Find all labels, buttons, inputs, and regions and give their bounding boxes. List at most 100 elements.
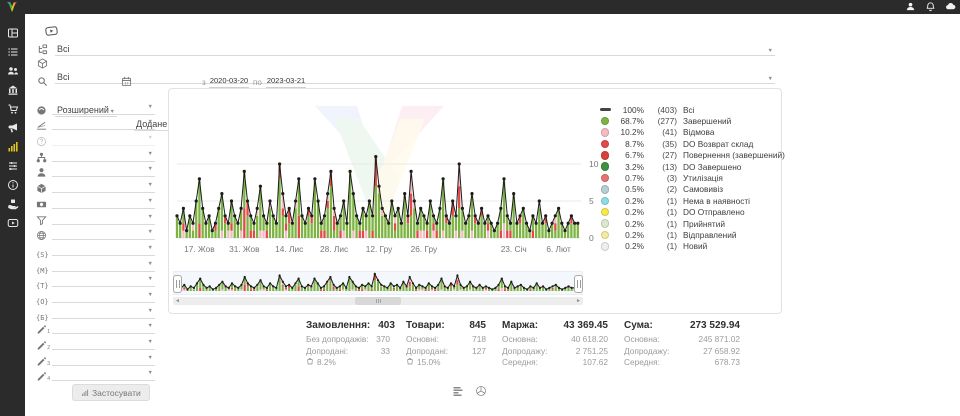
y-axis-tick: 0 xyxy=(589,233,594,243)
legend-item[interactable]: 3.2%(13)DO Завершено xyxy=(599,161,779,172)
filter-dropdown[interactable] xyxy=(52,212,155,225)
sidebar-item-automation-icon[interactable] xyxy=(7,160,19,172)
notifications-bell-icon[interactable] xyxy=(925,1,936,12)
sidebar-item-company-icon[interactable] xyxy=(7,84,19,96)
filter-dropdown[interactable] xyxy=(52,227,155,240)
legend-dot-swatch xyxy=(599,185,611,194)
legend-item[interactable]: 0.7%(3)Утилізація xyxy=(599,172,779,183)
custom-field-glyph: {S} xyxy=(36,251,49,259)
legend-dot-swatch xyxy=(599,242,611,251)
legend-item[interactable]: 10.2%(41)Відмова xyxy=(599,127,779,138)
video-help-icon[interactable] xyxy=(43,24,60,38)
legend-item[interactable]: 0.2%(1)Нема в наявності xyxy=(599,195,779,206)
filter-row xyxy=(36,130,155,146)
legend-dot-swatch xyxy=(599,197,611,206)
filter-dropdown[interactable] xyxy=(52,196,155,209)
scroll-right-arrow-icon[interactable]: ► xyxy=(574,297,583,305)
filter-dropdown[interactable] xyxy=(52,368,155,381)
date-from-input[interactable]: 2020-03-20 xyxy=(209,75,249,88)
x-axis-tick: 23. Січ xyxy=(501,244,527,254)
navigator-right-handle[interactable] xyxy=(574,275,583,293)
sidebar-item-video-icon[interactable] xyxy=(7,217,19,229)
legend-label: Прийнятий xyxy=(683,219,725,229)
legend-item[interactable]: 0.2%(1)DO Отправлено xyxy=(599,207,779,218)
sidebar-item-marketing-icon[interactable] xyxy=(7,122,19,134)
product-select[interactable]: Всі xyxy=(55,70,775,84)
legend-item[interactable]: 6.7%(27)Повернення (завершений) xyxy=(599,150,779,161)
summary-stats: Замовлення:403Без допродажів:370Допродан… xyxy=(306,320,740,369)
apply-chart-icon xyxy=(81,389,89,397)
filter-dropdown[interactable] xyxy=(52,274,155,287)
legend-item[interactable]: 8.7%(35)DO Возврат склад xyxy=(599,138,779,149)
navigator-mini-chart xyxy=(174,272,582,294)
filter-row xyxy=(36,193,155,209)
filter-dropdown[interactable] xyxy=(52,337,155,350)
sidebar-item-dashboard-icon[interactable] xyxy=(7,27,19,39)
legend-item[interactable]: 0.2%(1)Прийнятий xyxy=(599,218,779,229)
legend-item[interactable]: 68.7%(277)Завершений xyxy=(599,115,779,126)
filter-dropdown[interactable] xyxy=(52,180,155,193)
main-content: Всі Всі Розширений 17 Додане з 2020-03-2… xyxy=(25,14,960,416)
assistant-cloud-icon[interactable] xyxy=(945,1,956,12)
stats-sub-label: Без допродажів: xyxy=(306,334,369,346)
pie-view-icon[interactable] xyxy=(475,384,487,396)
legend-dot-swatch xyxy=(599,219,611,228)
sidebar-item-orders-icon[interactable] xyxy=(7,46,19,58)
navigator-left-handle[interactable] xyxy=(173,275,182,293)
filter-dropdown[interactable] xyxy=(52,353,155,366)
sidebar xyxy=(0,0,25,416)
filter-dropdown[interactable] xyxy=(52,102,155,115)
apply-button-label: Застосувати xyxy=(92,388,141,398)
filter-dropdown[interactable] xyxy=(52,149,155,162)
app-logo[interactable] xyxy=(4,1,20,13)
stats-sub-value: 33 xyxy=(381,346,390,358)
legend-dot-swatch xyxy=(599,162,611,171)
sidebar-item-purchases-icon[interactable] xyxy=(7,103,19,115)
filter-dropdown[interactable] xyxy=(52,117,155,130)
chevron-down-icon xyxy=(148,361,153,379)
chart-navigator[interactable] xyxy=(173,271,583,295)
trend-icon xyxy=(36,118,49,130)
user-icon[interactable] xyxy=(905,1,916,12)
legend-line-swatch xyxy=(599,108,611,111)
legend-item[interactable]: 0.2%(1)Відправлений xyxy=(599,229,779,240)
custom-field-icon: {S} xyxy=(36,244,49,256)
navigator-scrollbar[interactable]: ◄ ► xyxy=(173,297,583,305)
stats-sub-label: Основна: xyxy=(502,334,538,346)
apply-button[interactable]: Застосувати xyxy=(72,384,150,401)
filter-row: 2 xyxy=(36,334,155,350)
hierarchy-icon xyxy=(37,44,48,55)
x-axis-tick: 14. Лис xyxy=(275,244,303,254)
status-icon xyxy=(36,103,49,115)
legend-item[interactable]: 100%(403)Всі xyxy=(599,104,779,115)
filter-dropdown[interactable] xyxy=(52,164,155,177)
custom-field-icon: {Б} xyxy=(36,307,49,319)
filter-dropdown[interactable] xyxy=(52,259,155,272)
scrollbar-thumb[interactable] xyxy=(355,297,401,305)
scroll-left-arrow-icon[interactable]: ◄ xyxy=(173,297,182,305)
legend-dot-swatch xyxy=(599,208,611,217)
legend-item[interactable]: 0.2%(1)Новий xyxy=(599,241,779,252)
legend-item[interactable]: 0.5%(2)Самовивіз xyxy=(599,184,779,195)
stats-sub-value: 718 xyxy=(472,334,486,346)
sidebar-item-support-icon[interactable] xyxy=(7,198,19,210)
filter-dropdown[interactable] xyxy=(52,321,155,334)
date-to-input[interactable]: 2023-03-21 xyxy=(266,75,306,88)
status-group-select[interactable]: Всі xyxy=(55,42,775,56)
pencil-index: 1 xyxy=(47,329,50,335)
filter-dropdown[interactable] xyxy=(52,290,155,303)
filter-row: 3 xyxy=(36,350,155,366)
legend-label: Новий xyxy=(683,241,707,251)
filter-dropdown[interactable] xyxy=(52,243,155,256)
legend-label: Нема в наявності xyxy=(683,196,750,206)
custom-field-icon: {M} xyxy=(36,260,49,272)
sidebar-item-customers-icon[interactable] xyxy=(7,65,19,77)
filter-dropdown[interactable] xyxy=(52,306,155,319)
legend-count: (41) xyxy=(644,127,677,137)
legend-percent: 68.7% xyxy=(611,116,644,126)
legend-count: (27) xyxy=(644,150,677,160)
list-view-icon[interactable] xyxy=(452,384,464,396)
sidebar-item-statistics-icon[interactable] xyxy=(7,141,19,153)
sidebar-item-info-icon[interactable] xyxy=(7,179,19,191)
stats-column: Сума:273 529.94Основна:245 871.02Допрода… xyxy=(624,320,740,369)
